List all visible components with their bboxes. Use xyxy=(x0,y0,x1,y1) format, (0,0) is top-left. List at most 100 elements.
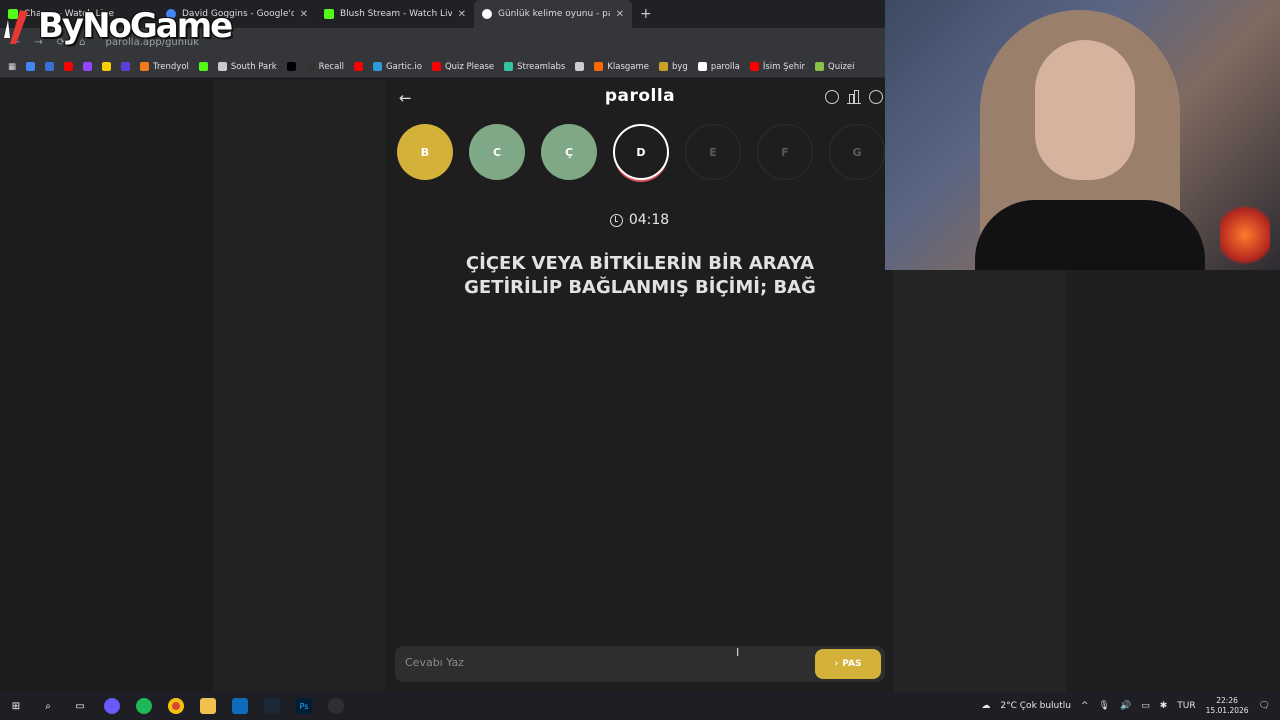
bookmark-item[interactable] xyxy=(26,62,36,71)
letter-circle-d: D xyxy=(613,124,669,180)
bookmark-favicon-icon xyxy=(198,62,208,71)
webcam-overlay xyxy=(885,0,1280,270)
letter-circle-e: E xyxy=(685,124,741,180)
answer-input[interactable] xyxy=(405,656,805,669)
bookmark-item[interactable] xyxy=(45,62,55,71)
bookmark-favicon-icon xyxy=(45,62,55,71)
bookmark-label: Trendyol xyxy=(153,61,189,72)
stats-icon[interactable] xyxy=(847,90,861,104)
clock-time: 22:26 xyxy=(1216,696,1238,705)
question-line: GETİRİLİP BAĞLANMIŞ BİÇİMİ; BAĞ xyxy=(464,277,816,298)
text-cursor-icon: I xyxy=(736,646,740,659)
webcam-face xyxy=(1035,40,1135,180)
copilot-icon[interactable] xyxy=(104,698,120,714)
bookmark-item[interactable] xyxy=(286,62,296,71)
far-right-pane xyxy=(1066,270,1280,692)
weather-text[interactable]: 2°C Çok bulutlu xyxy=(1000,701,1071,711)
bookmark-item[interactable]: Recall xyxy=(305,62,344,72)
bookmark-favicon-icon xyxy=(373,62,383,71)
bookmark-item[interactable] xyxy=(121,62,131,71)
bookmark-item[interactable]: Streamlabs xyxy=(504,62,565,72)
bookmark-item[interactable] xyxy=(83,62,93,71)
bookmark-label: Gartic.io xyxy=(386,61,422,72)
microphone-icon[interactable]: 🎙 xyxy=(1099,701,1110,711)
bluetooth-icon[interactable]: ✱ xyxy=(1160,701,1168,711)
browser-tab-active[interactable]: Günlük kelime oyunu - parolla ✕ xyxy=(474,0,632,28)
bookmark-item[interactable]: byg xyxy=(658,61,688,72)
letter-circle-b: B xyxy=(397,124,453,180)
obs-icon[interactable] xyxy=(328,698,344,714)
steam-icon[interactable] xyxy=(264,698,280,714)
bookmark-favicon-icon xyxy=(504,62,514,71)
pass-button[interactable]: › PAS xyxy=(815,649,881,679)
close-icon[interactable]: ✕ xyxy=(458,9,466,20)
close-icon[interactable]: ✕ xyxy=(616,9,624,20)
clock-date: 15.01.2026 xyxy=(1205,706,1249,715)
pass-label: PAS xyxy=(842,659,862,669)
spotify-icon[interactable] xyxy=(136,698,152,714)
network-icon[interactable]: ▭ xyxy=(1141,701,1150,711)
profile-icon[interactable] xyxy=(869,90,883,104)
bookmark-item[interactable] xyxy=(64,62,74,71)
bookmark-item[interactable]: parolla xyxy=(697,61,740,72)
bookmark-item[interactable]: Gartic.io xyxy=(373,62,422,72)
bookmark-item[interactable]: Trendyol xyxy=(140,62,189,72)
chevron-up-icon[interactable]: ^ xyxy=(1081,701,1089,711)
bookmark-favicon-icon xyxy=(83,62,93,71)
bookmark-label: byg xyxy=(671,61,688,72)
bookmark-label: İsim Şehir xyxy=(762,61,806,72)
outlook-icon[interactable] xyxy=(232,698,248,714)
webcam-lamp xyxy=(1220,200,1270,270)
close-icon[interactable]: ✕ xyxy=(300,9,308,20)
bookmark-favicon-icon xyxy=(64,62,74,71)
parolla-app: ← parolla BCÇDEFG 04:18 ÇİÇEK VEYA BİTKİ… xyxy=(385,80,895,692)
kick-icon xyxy=(324,9,334,19)
speaker-icon[interactable]: 🔊 xyxy=(1120,701,1131,711)
question-text: ÇİÇEK VEYA BİTKİLERİN BİR ARAYA GETİRİLİ… xyxy=(425,252,855,300)
bookmark-favicon-icon xyxy=(140,62,150,71)
bookmark-favicon-icon xyxy=(286,62,296,71)
bookmark-item[interactable] xyxy=(575,62,585,71)
bookmark-favicon-icon xyxy=(594,62,604,71)
photoshop-icon[interactable]: Ps xyxy=(296,698,312,714)
chrome-icon[interactable] xyxy=(168,698,184,714)
windows-start-icon[interactable]: ⊞ xyxy=(8,698,24,714)
search-icon[interactable]: ⌕ xyxy=(40,698,56,714)
answer-bar: › PAS xyxy=(395,646,885,682)
weather-cloud-icon[interactable]: ☁ xyxy=(981,701,990,711)
clock[interactable]: 22:26 15.01.2026 xyxy=(1206,696,1249,716)
apps-icon[interactable]: ▦ xyxy=(8,62,16,72)
bookmark-item[interactable] xyxy=(354,62,364,71)
bookmark-item[interactable]: Klasgame xyxy=(594,62,649,72)
info-icon[interactable] xyxy=(825,90,839,104)
tab-title: Blush Stream - Watch Live on K xyxy=(340,9,452,19)
bookmark-item[interactable] xyxy=(198,62,208,71)
task-view-icon[interactable]: ▭ xyxy=(72,698,88,714)
bookmark-favicon-icon xyxy=(217,62,227,71)
browser-tab[interactable]: Blush Stream - Watch Live on K ✕ xyxy=(316,0,474,28)
bookmark-favicon-icon xyxy=(658,62,668,71)
bookmarks-bar: ▦ Trendyol South Park Recall Gartic.io Quiz … xyxy=(0,56,885,78)
bookmark-favicon-icon xyxy=(121,62,131,71)
letter-circle-c: C xyxy=(469,124,525,180)
bookmark-item[interactable]: Quiz Please xyxy=(431,61,495,72)
bookmark-item[interactable]: South Park xyxy=(217,62,277,72)
timer-value: 04:18 xyxy=(628,212,670,228)
parolla-icon xyxy=(482,9,492,19)
file-explorer-icon[interactable] xyxy=(200,698,216,714)
notification-icon[interactable]: 🗨 xyxy=(1259,701,1270,711)
logo-mark-icon xyxy=(4,10,28,44)
stream-logo: ByNoGame xyxy=(0,4,233,48)
bookmark-item[interactable]: Quizei xyxy=(815,62,855,72)
system-tray: ☁ 2°C Çok bulutlu ^ 🎙 🔊 ▭ ✱ TUR 22:26 15… xyxy=(981,692,1270,720)
bookmark-item[interactable]: İsim Şehir xyxy=(749,61,806,72)
bookmark-favicon-icon xyxy=(26,62,36,71)
webcam-body xyxy=(975,200,1205,270)
bookmark-label: Quiz Please xyxy=(444,61,495,72)
language-indicator[interactable]: TUR xyxy=(1177,701,1195,711)
bookmark-favicon-icon xyxy=(749,62,759,71)
timer: 04:18 xyxy=(385,212,894,228)
bookmark-item[interactable] xyxy=(102,62,112,71)
new-tab-button[interactable]: + xyxy=(632,6,652,22)
bookmark-label: parolla xyxy=(710,61,740,72)
